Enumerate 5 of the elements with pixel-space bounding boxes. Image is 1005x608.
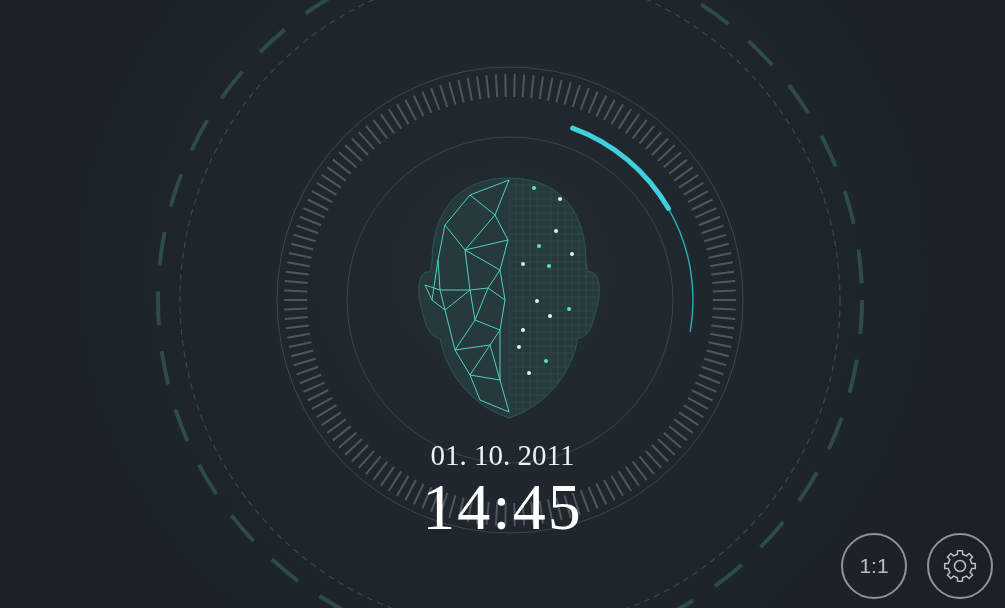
date-text: 01. 10. 2011 <box>430 440 575 472</box>
ratio-button[interactable]: 1:1 <box>841 533 907 599</box>
settings-button[interactable] <box>927 533 993 599</box>
time-text: 14:45 <box>422 471 583 542</box>
settings-icon <box>942 548 978 584</box>
